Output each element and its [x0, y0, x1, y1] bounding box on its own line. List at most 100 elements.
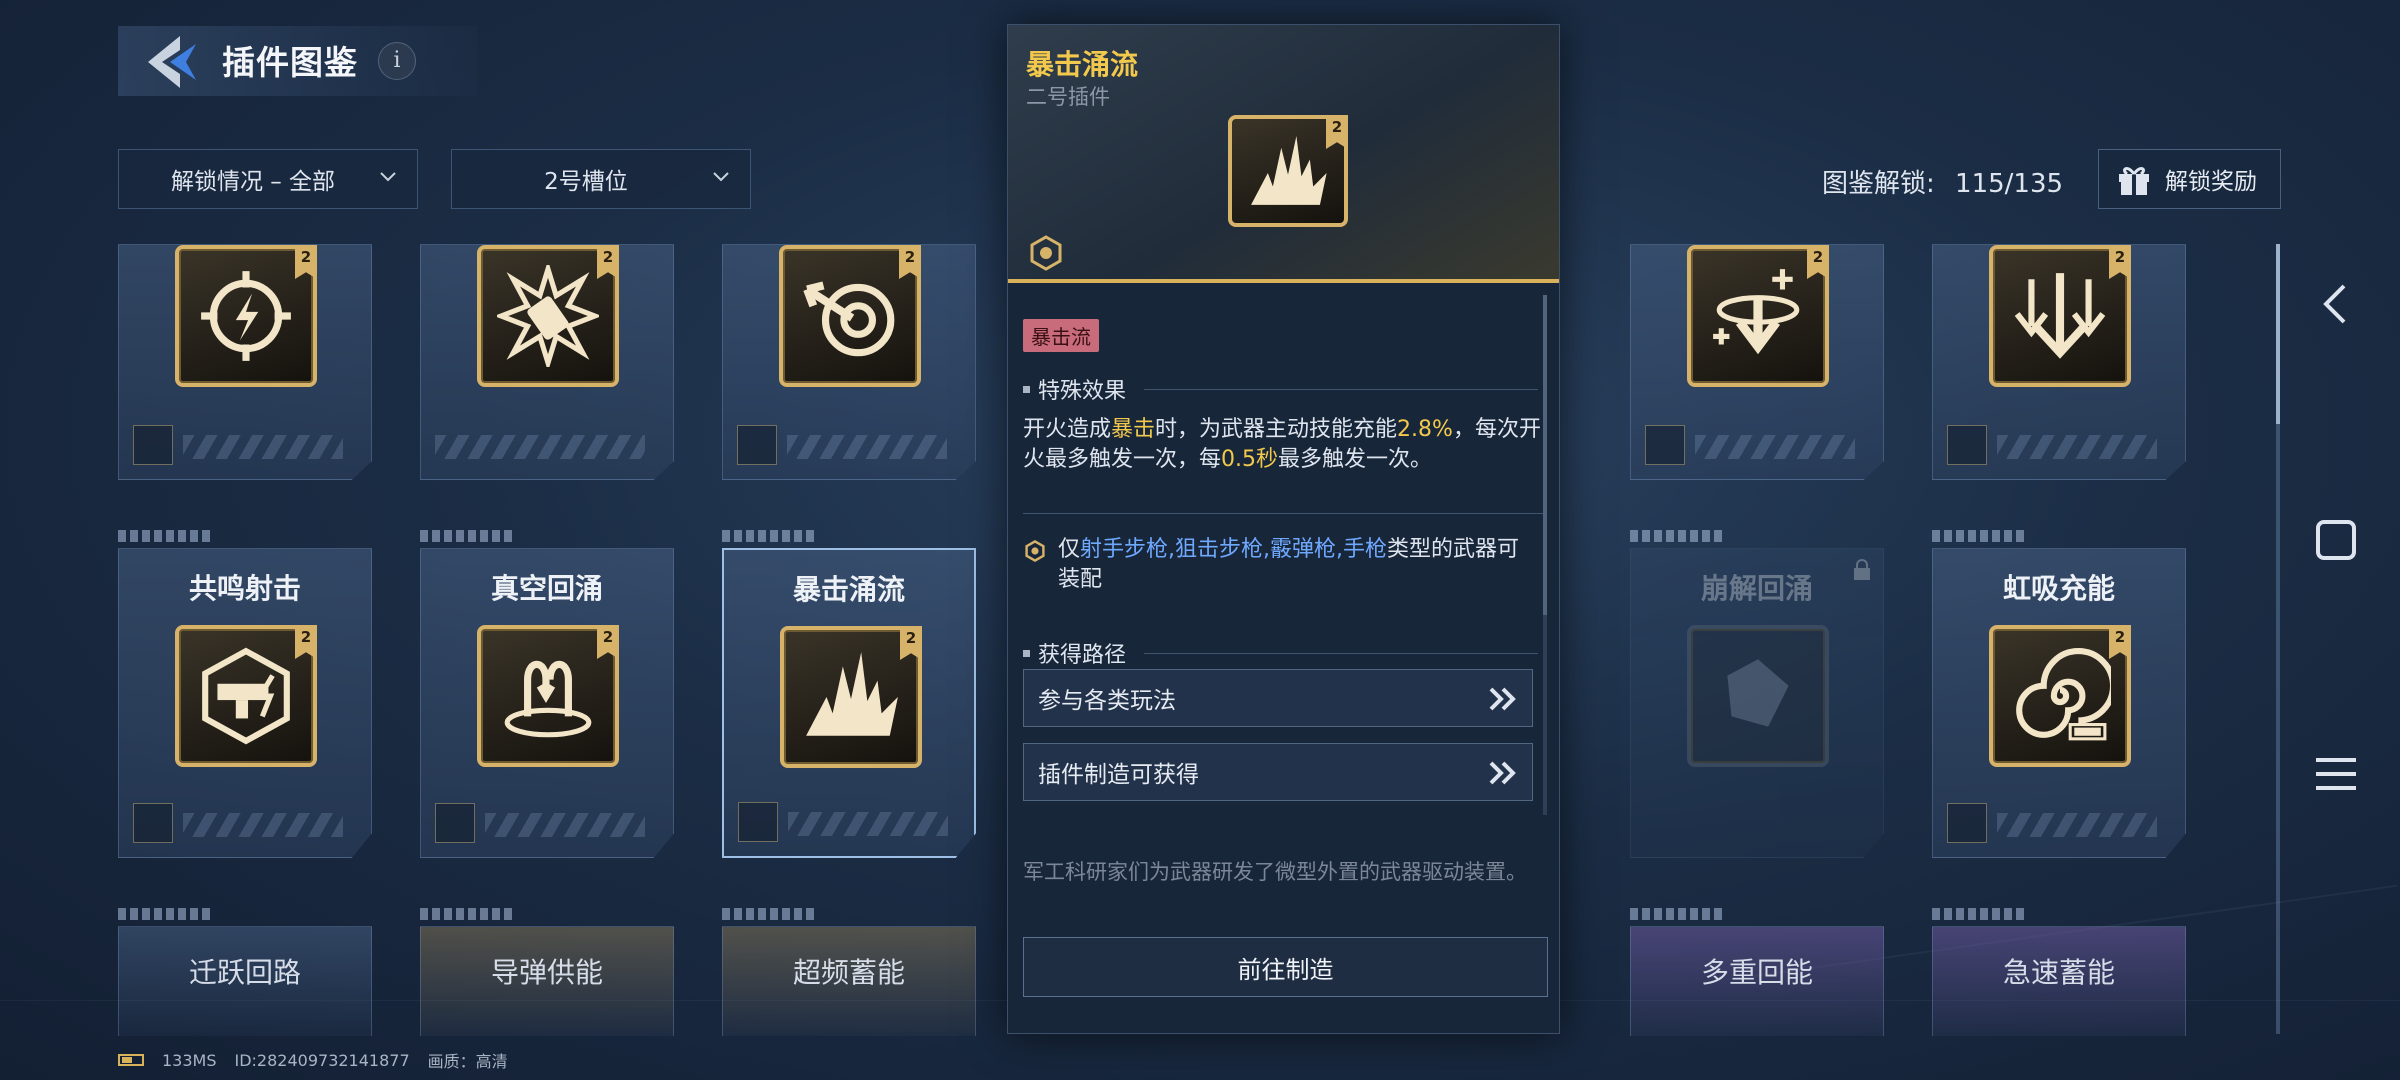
- card-tag-decor: [420, 530, 514, 542]
- double-chevron-right-icon: [1489, 761, 1516, 785]
- plugin-card[interactable]: 2: [420, 244, 674, 480]
- card-stripe: [1997, 813, 2157, 837]
- tier-badge: 2: [2109, 625, 2131, 659]
- plugin-icon-frame: 2: [477, 245, 619, 387]
- gift-icon: [2119, 167, 2149, 195]
- double-chevron-right-icon: [1489, 687, 1516, 711]
- detail-header-divider: [1008, 279, 1559, 283]
- detail-scrollbar-thumb[interactable]: [1543, 295, 1547, 615]
- vacuum-return-icon: [504, 660, 592, 738]
- tier-badge: 2: [597, 245, 619, 279]
- plugin-card-vacuum-return[interactable]: 真空回涌 2: [420, 548, 674, 858]
- source-gameplay-label: 参与各类玩法: [1038, 688, 1176, 714]
- plugin-name: 暴击涌流: [792, 573, 905, 606]
- down-arrow-plus-icon: [1713, 269, 1800, 355]
- effect-text-part: 时，为武器主动技能充能: [1155, 417, 1398, 442]
- lightning-crosshair-icon: [201, 271, 291, 361]
- back-arrow-icon: [148, 36, 196, 88]
- bullet-burst-icon: [497, 265, 599, 367]
- plugin-card-multi-return[interactable]: 多重回能: [1630, 926, 1884, 1036]
- go-craft-button[interactable]: 前往制造: [1023, 937, 1548, 997]
- plugin-lore-text: 军工科研家们为武器研发了微型外置的武器驱动装置。: [1023, 860, 1527, 884]
- card-stripe: [788, 812, 948, 836]
- slot-filter-dropdown[interactable]: 2号槽位: [451, 149, 751, 209]
- plugin-card-siphon-charge[interactable]: 虹吸充能 2: [1932, 548, 2186, 858]
- triple-arrow-down-icon: [2014, 273, 2106, 359]
- plugin-icon-frame: 2: [175, 245, 317, 387]
- card-tag-decor: [1932, 908, 2026, 920]
- unlock-reward-button[interactable]: 解锁奖励: [2098, 149, 2281, 209]
- plugin-card-overclock-charge[interactable]: 超频蓄能: [722, 926, 976, 1036]
- tier-badge: 2: [1807, 245, 1829, 279]
- plugin-icon-frame: 2: [1989, 245, 2131, 387]
- card-tag-decor: [420, 908, 514, 920]
- siphon-spiral-icon: [2016, 648, 2111, 741]
- slot-type-icon: [738, 802, 778, 842]
- square-icon: [2316, 520, 2356, 560]
- chevron-down-icon: [713, 172, 729, 182]
- plugin-card-crit-surge[interactable]: 暴击涌流 2: [722, 548, 976, 858]
- info-button[interactable]: i: [378, 42, 416, 80]
- slot-type-icon: [133, 803, 173, 843]
- plugin-name: 迁跃回路: [188, 956, 301, 989]
- status-bar: 133MS ID:282409732141877 画质：高清: [118, 1048, 508, 1072]
- source-crafting-button[interactable]: 插件制造可获得: [1023, 743, 1533, 801]
- slot-type-icon: [1645, 425, 1685, 465]
- tier-badge: 2: [2109, 245, 2131, 279]
- effect-heading: 特殊效果: [1023, 373, 1538, 405]
- lock-icon: [1854, 559, 1870, 580]
- crit-surge-icon: [1251, 136, 1327, 205]
- plugin-card[interactable]: 2: [722, 244, 976, 480]
- plugin-card-warp-circuit[interactable]: 迁跃回路: [118, 926, 372, 1036]
- card-tag-decor: [1630, 530, 1724, 542]
- collection-count: 115/135: [1955, 169, 2064, 199]
- unlock-filter-dropdown[interactable]: 解锁情况 – 全部: [118, 149, 418, 209]
- plugin-name: 崩解回涌: [1700, 572, 1813, 605]
- card-stripe: [1997, 435, 2157, 459]
- detail-subtitle: 二号插件: [1026, 85, 1110, 109]
- plugin-card-rapid-charge[interactable]: 急速蓄能: [1932, 926, 2186, 1036]
- plugin-name: 急速蓄能: [2002, 956, 2115, 989]
- source-heading: 获得路径: [1023, 637, 1538, 669]
- tier-badge: 2: [597, 625, 619, 659]
- plugin-icon-frame: 2: [1687, 245, 1829, 387]
- slot-type-icon: [1947, 425, 1987, 465]
- plugin-card[interactable]: 2: [1630, 244, 1884, 480]
- back-button[interactable]: [140, 30, 204, 94]
- slot-type-icon: [1030, 235, 1062, 271]
- page-title: 插件图鉴: [222, 43, 358, 82]
- plugin-card-disintegrate[interactable]: 崩解回涌: [1630, 548, 1884, 858]
- effect-text-part: 开火造成: [1023, 417, 1112, 442]
- plugin-card-resonance-shot[interactable]: 共鸣射击 2: [118, 548, 372, 858]
- equip-weapon-list: 射手步枪,狙击步枪,霰弹枪,手枪: [1080, 537, 1387, 562]
- weapon-type-icon: [1025, 540, 1045, 562]
- plugin-icon-frame: 2: [1989, 625, 2131, 767]
- detail-plugin-icon: 2: [1228, 115, 1348, 227]
- plugin-card[interactable]: 2: [1932, 244, 2186, 480]
- disintegrate-icon: [1727, 659, 1789, 727]
- target-arrow-icon: [803, 281, 895, 357]
- source-gameplay-button[interactable]: 参与各类玩法: [1023, 669, 1533, 727]
- card-tag-decor: [1932, 530, 2026, 542]
- card-stripe: [183, 435, 343, 459]
- tier-badge: 2: [295, 245, 317, 279]
- grid-scrollbar-thumb[interactable]: [2276, 244, 2280, 424]
- slot-filter-label: 2号槽位: [544, 169, 628, 195]
- plugin-card[interactable]: 2: [118, 244, 372, 480]
- card-tag-decor: [118, 530, 212, 542]
- plugin-card-missile-power[interactable]: 导弹供能: [420, 926, 674, 1036]
- tier-badge: 2: [295, 625, 317, 659]
- divider: [1023, 513, 1543, 514]
- system-home-button[interactable]: [2310, 514, 2362, 566]
- plugin-name: 导弹供能: [490, 956, 603, 989]
- source-heading-text: 获得路径: [1038, 643, 1127, 668]
- plugin-icon-frame: 2: [477, 625, 619, 767]
- effect-highlight: 0.5秒: [1221, 447, 1279, 472]
- card-stripe: [485, 813, 645, 837]
- system-menu-button[interactable]: [2310, 748, 2362, 800]
- menu-icon: [2316, 758, 2356, 790]
- battery-icon: [118, 1054, 144, 1066]
- card-tag-decor: [1630, 908, 1724, 920]
- system-back-button[interactable]: [2310, 278, 2362, 330]
- plugin-name: 多重回能: [1700, 956, 1813, 989]
